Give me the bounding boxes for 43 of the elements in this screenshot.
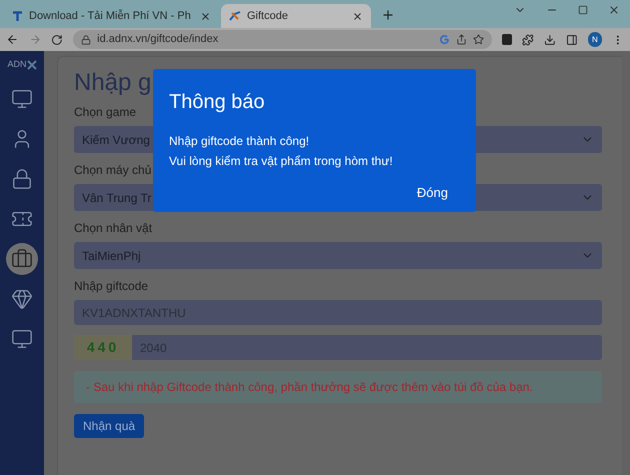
close-icon[interactable]: [352, 10, 363, 22]
url-text: id.adnx.vn/giftcode/index: [97, 32, 220, 48]
puzzle-icon[interactable]: [522, 34, 534, 46]
download-icon[interactable]: [544, 34, 556, 46]
dialog-message: Vui lòng kiểm tra vật phẩm trong hòm thư!: [169, 153, 394, 170]
side-panel-icon[interactable]: [566, 34, 578, 46]
field-label: Chọn nhân vật: [74, 220, 152, 237]
close-icon[interactable]: [200, 10, 211, 22]
extension-icon[interactable]: [502, 34, 512, 45]
dialog-title: Thông báo: [169, 90, 266, 115]
captcha-image: 440: [74, 335, 132, 360]
address-bar[interactable]: id.adnx.vn/giftcode/index: [73, 30, 492, 49]
page-title: Nhập g: [74, 69, 152, 97]
gem-icon: [11, 288, 33, 310]
field-label: Nhập giftcode: [74, 278, 148, 295]
logo-text: ADN: [7, 58, 26, 72]
dialog-message: Nhập giftcode thành công!: [169, 133, 310, 150]
monitor-icon: [11, 88, 33, 110]
close-button[interactable]: Đóng: [404, 183, 460, 202]
tab-title: Download - Tải Miễn Phí VN - Ph: [29, 8, 192, 24]
reload-icon[interactable]: [51, 34, 64, 46]
browser-tab[interactable]: Download - Tải Miễn Phí VN - Ph: [4, 4, 219, 28]
new-tab-icon[interactable]: [381, 8, 395, 22]
maximize-icon[interactable]: [578, 5, 588, 15]
site-icon: [12, 10, 23, 22]
monitor-icon: [11, 328, 33, 350]
close-icon[interactable]: [608, 4, 620, 16]
field-label: Chọn game: [74, 104, 136, 121]
notice-box: - Sau khi nhập Giftcode thành công, phần thưởng sẽ được thêm vào túi đồ của bạn.: [74, 371, 602, 403]
bookmark-icon[interactable]: [472, 34, 484, 45]
receive-gift-button[interactable]: Nhận quà: [74, 414, 144, 438]
profile-avatar[interactable]: N: [588, 32, 602, 47]
field-label: Chọn máy chủ: [74, 162, 152, 179]
logo-x-icon: [26, 60, 36, 70]
tab-title: Giftcode: [247, 8, 289, 24]
briefcase-icon: [11, 248, 33, 270]
back-icon[interactable]: [6, 33, 19, 46]
lock-icon: [81, 34, 92, 44]
lock-icon: [11, 168, 33, 190]
browser-tab[interactable]: Giftcode: [221, 4, 371, 28]
sidebar-item[interactable]: [6, 243, 38, 275]
share-icon[interactable]: [456, 34, 467, 45]
site-icon: [229, 10, 241, 22]
